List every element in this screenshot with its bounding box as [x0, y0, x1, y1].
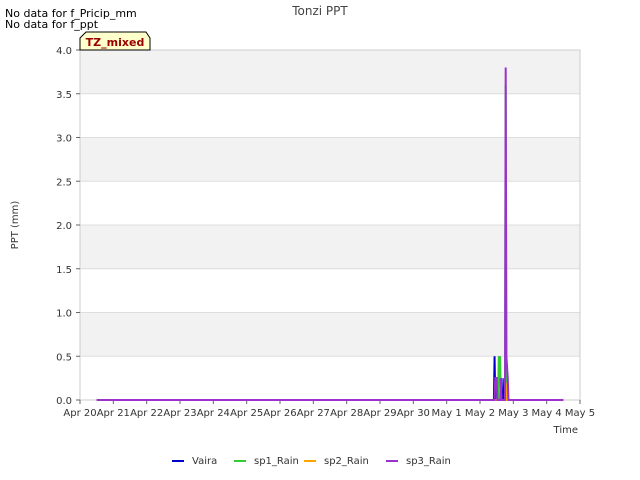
x-tick-label: Apr 30 — [397, 408, 430, 419]
y-axis: 0.0 0.5 1.0 1.5 2.0 2.5 3.0 3.5 4.0 — [56, 46, 80, 407]
x-tick-label: May 4 — [532, 408, 562, 419]
y-tick-label: 0.0 — [56, 396, 72, 407]
x-tick-label: Apr 22 — [130, 408, 163, 419]
y-tick-label: 1.0 — [56, 309, 72, 320]
y-tick-label: 3.5 — [56, 90, 72, 101]
y-tick-label: 1.5 — [56, 265, 72, 276]
legend-label: sp3_Rain — [406, 456, 451, 467]
x-tick-label: Apr 20 — [63, 408, 96, 419]
x-tick-label: Apr 27 — [297, 408, 330, 419]
legend-label: Vaira — [192, 456, 217, 467]
y-tick-label: 3.0 — [56, 134, 72, 145]
x-tick-label: May 1 — [432, 408, 462, 419]
x-tick-label: May 2 — [465, 408, 495, 419]
y-tick-label: 2.0 — [56, 221, 72, 232]
x-tick-label: Apr 25 — [230, 408, 263, 419]
x-tick-label: May 3 — [498, 408, 528, 419]
legend-label: sp1_Rain — [254, 456, 299, 467]
legend: Vaira sp1_Rain sp2_Rain sp3_Rain — [172, 456, 451, 467]
x-tick-label: Apr 23 — [163, 408, 196, 419]
y-axis-label: PPT (mm) — [10, 201, 21, 250]
x-tick-label: May 5 — [565, 408, 595, 419]
legend-label: sp2_Rain — [324, 456, 369, 467]
x-tick-label: Apr 21 — [97, 408, 130, 419]
site-badge: TZ_mixed — [79, 31, 151, 51]
legend-item: sp2_Rain — [304, 456, 369, 467]
legend-item: sp1_Rain — [234, 456, 299, 467]
legend-item: sp3_Rain — [386, 456, 451, 467]
x-tick-label: Apr 29 — [363, 408, 396, 419]
ppt-chart: 0.0 0.5 1.0 1.5 2.0 2.5 3.0 3.5 4.0 Apr 20 Apr 21… — [10, 4, 595, 467]
y-tick-label: 2.5 — [56, 177, 72, 188]
x-tick-label: Apr 26 — [263, 408, 296, 419]
x-axis: Apr 20 Apr 21 Apr 22 Apr 23 Apr 24 Apr 25 Apr … — [63, 400, 595, 419]
x-tick-label: Apr 24 — [197, 408, 230, 419]
y-tick-label: 4.0 — [56, 46, 72, 57]
chart-title: Tonzi PPT — [291, 4, 348, 18]
x-tick-label: Apr 28 — [330, 408, 363, 419]
y-tick-label: 0.5 — [56, 352, 72, 363]
site-badge-label: TZ_mixed — [86, 36, 145, 49]
x-axis-label: Time — [553, 425, 578, 436]
legend-item: Vaira — [172, 456, 217, 467]
